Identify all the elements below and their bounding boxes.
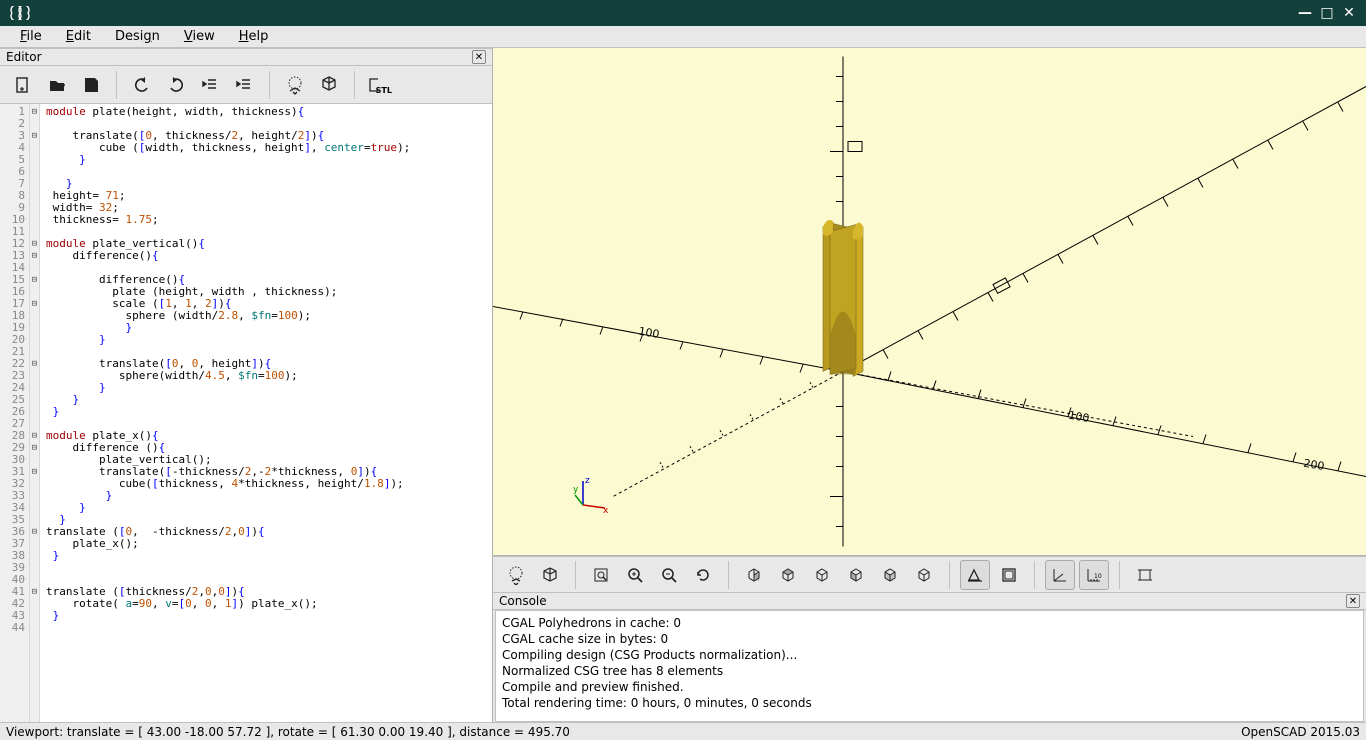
undo-button[interactable] [127, 70, 157, 100]
show-axes-button[interactable] [1045, 560, 1075, 590]
editor-title-label: Editor [6, 50, 42, 64]
zoom-in-button[interactable] [620, 560, 650, 590]
axis-indicator: z y x [573, 475, 613, 515]
status-bar: Viewport: translate = [ 43.00 -18.00 57.… [0, 722, 1366, 740]
menu-view[interactable]: View [172, 29, 227, 44]
editor-panel-title: Editor ✕ [0, 48, 492, 66]
editor-pane: Editor ✕ STL 123456789101112131415161718… [0, 48, 493, 722]
code-content[interactable]: module plate(height, width, thickness){ … [40, 104, 492, 722]
minimize-button[interactable]: — [1294, 2, 1316, 24]
render-button[interactable] [314, 70, 344, 100]
redo-button[interactable] [161, 70, 191, 100]
new-file-button[interactable] [8, 70, 38, 100]
console-title-label: Console [499, 594, 547, 608]
editor-toolbar: STL [0, 66, 492, 104]
menu-bar: File Edit Design View Help [0, 26, 1366, 48]
menu-edit[interactable]: Edit [54, 29, 103, 44]
menu-file[interactable]: File [8, 29, 54, 44]
code-editor[interactable]: 1234567891011121314151617181920212223242… [0, 104, 492, 722]
close-button[interactable]: ✕ [1338, 2, 1360, 24]
console-panel-title: Console ✕ [493, 592, 1366, 610]
preview-button[interactable] [280, 70, 310, 100]
indent-button[interactable] [229, 70, 259, 100]
editor-close-button[interactable]: ✕ [472, 50, 486, 64]
menu-help[interactable]: Help [227, 29, 281, 44]
svg-text:y: y [573, 485, 579, 495]
console-close-button[interactable]: ✕ [1346, 594, 1360, 608]
viewport-toolbar: 10 [493, 556, 1366, 592]
svg-text:10: 10 [1094, 573, 1102, 580]
fold-column[interactable]: ⊟⊟⊟⊟⊟⊟⊟⊟⊟⊟⊟⊟ [30, 104, 40, 722]
view-top-button[interactable] [773, 560, 803, 590]
console-panel: Console ✕ CGAL Polyhedrons in cache: 0CG… [493, 592, 1366, 722]
view-back-button[interactable] [909, 560, 939, 590]
viewport-scene: 100 100 200 [493, 48, 1366, 555]
menu-design[interactable]: Design [103, 29, 172, 44]
orthographic-button[interactable] [994, 560, 1024, 590]
perspective-button[interactable] [960, 560, 990, 590]
status-version: OpenSCAD 2015.03 [1241, 725, 1360, 739]
right-pane: 100 100 200 z y x [493, 48, 1366, 722]
show-crosshairs-button[interactable] [1130, 560, 1160, 590]
preview-view-button[interactable] [501, 560, 531, 590]
show-scale-markers-button[interactable]: 10 [1079, 560, 1109, 590]
view-left-button[interactable] [841, 560, 871, 590]
svg-text:x: x [603, 506, 609, 515]
save-file-button[interactable] [76, 70, 106, 100]
3d-viewport[interactable]: 100 100 200 z y x [493, 48, 1366, 556]
app-logo [6, 4, 34, 22]
view-all-button[interactable] [586, 560, 616, 590]
render-view-button[interactable] [535, 560, 565, 590]
svg-text:100: 100 [1067, 409, 1090, 425]
open-file-button[interactable] [42, 70, 72, 100]
reset-view-button[interactable] [688, 560, 718, 590]
status-viewport-info: Viewport: translate = [ 43.00 -18.00 57.… [6, 725, 570, 739]
svg-text:z: z [585, 476, 590, 486]
zoom-out-button[interactable] [654, 560, 684, 590]
svg-text:200: 200 [1302, 457, 1325, 473]
unindent-button[interactable] [195, 70, 225, 100]
view-bottom-button[interactable] [807, 560, 837, 590]
line-number-gutter: 1234567891011121314151617181920212223242… [0, 104, 30, 722]
view-front-button[interactable] [875, 560, 905, 590]
console-output[interactable]: CGAL Polyhedrons in cache: 0CGAL cache s… [495, 610, 1364, 722]
window-titlebar: — □ ✕ [0, 0, 1366, 26]
maximize-button[interactable]: □ [1316, 2, 1338, 24]
view-right-button[interactable] [739, 560, 769, 590]
export-stl-button[interactable]: STL [365, 70, 395, 100]
